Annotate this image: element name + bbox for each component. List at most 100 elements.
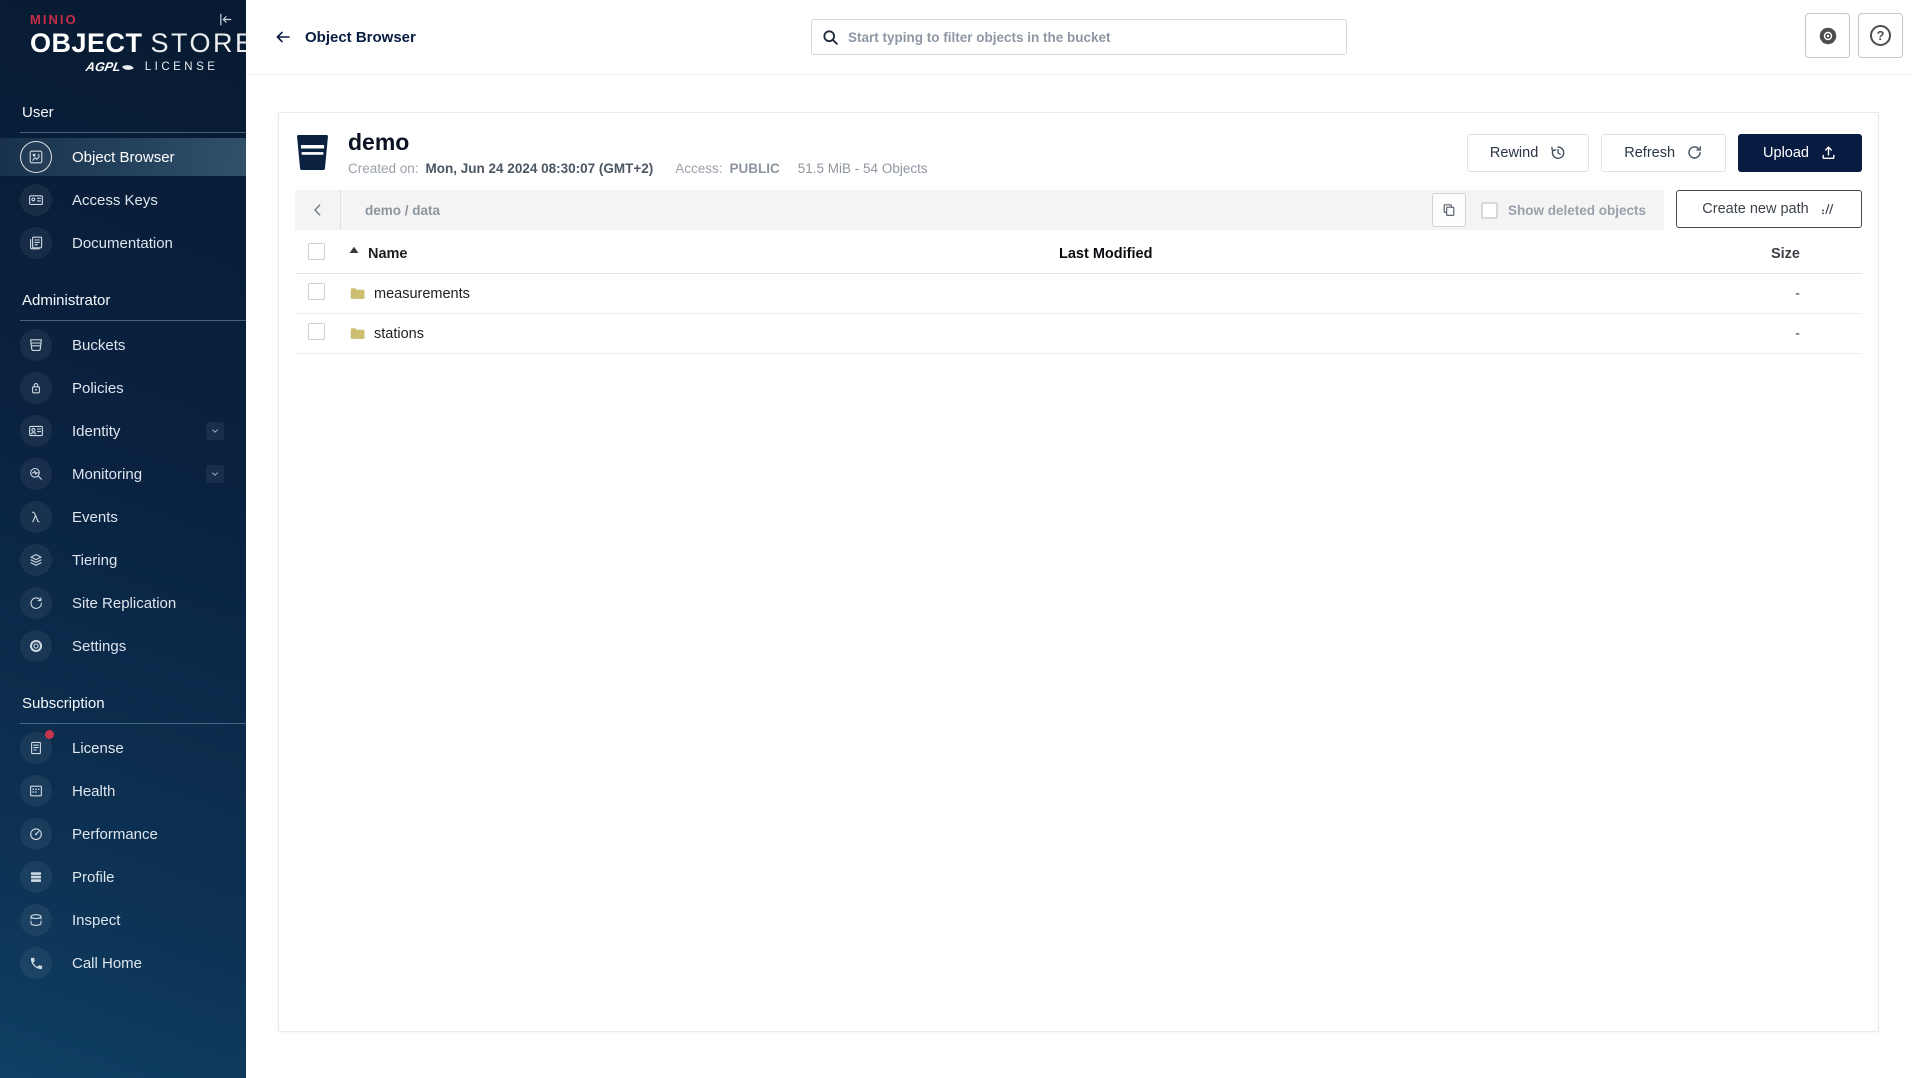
copy-icon — [1441, 202, 1457, 218]
sidebar-item-events[interactable]: Events — [0, 498, 246, 536]
sidebar-section-user: User — [0, 104, 246, 132]
site-replication-icon — [20, 587, 52, 619]
show-deleted-checkbox[interactable] — [1481, 202, 1498, 219]
rewind-button[interactable]: Rewind — [1467, 134, 1589, 172]
column-header-name[interactable]: Name — [368, 246, 408, 262]
refresh-button[interactable]: Refresh — [1601, 134, 1726, 172]
access-value: PUBLIC — [730, 161, 780, 176]
sidebar-item-call-home[interactable]: Call Home — [0, 944, 246, 982]
content-area: demo Created on: Mon, Jun 24 2024 08:30:… — [246, 75, 1912, 1032]
refresh-button-label: Refresh — [1624, 145, 1675, 161]
path-back-button[interactable] — [295, 190, 341, 230]
back-arrow-icon[interactable] — [274, 28, 292, 46]
create-new-path-button[interactable]: Create new path — [1676, 190, 1862, 228]
sidebar-item-label: Inspect — [72, 912, 120, 929]
search-icon — [822, 29, 839, 46]
sidebar-item-access-keys[interactable]: Access Keys — [0, 181, 246, 219]
folder-icon — [349, 285, 366, 302]
object-size: - — [1522, 286, 1862, 302]
path-row: demo / data Show deleted objects — [295, 190, 1862, 230]
rewind-button-label: Rewind — [1490, 145, 1538, 161]
sidebar-collapse-icon[interactable] — [214, 8, 236, 30]
buckets-icon — [20, 329, 52, 361]
table-row[interactable]: measurements - — [295, 274, 1862, 314]
copy-path-button[interactable] — [1432, 193, 1466, 227]
upload-button[interactable]: Upload — [1738, 134, 1862, 172]
sidebar-item-inspect[interactable]: Inspect — [0, 901, 246, 939]
sidebar-item-documentation[interactable]: Documentation — [0, 224, 246, 262]
call-home-phone-icon — [20, 947, 52, 979]
sidebar-item-label: Documentation — [72, 235, 173, 252]
sidebar: MINIO OBJECT STORE AGPL LICENSE User Obj… — [0, 0, 246, 1078]
performance-gauge-icon — [20, 818, 52, 850]
rewind-icon — [1549, 144, 1566, 161]
sidebar-item-tiering[interactable]: Tiering — [0, 541, 246, 579]
help-button[interactable]: ? — [1858, 13, 1903, 58]
inspect-icon — [20, 904, 52, 936]
object-browser-icon — [20, 141, 52, 173]
gear-icon — [1817, 25, 1839, 47]
upload-icon — [1820, 144, 1837, 161]
access-keys-icon — [20, 184, 52, 216]
created-label: Created on: — [348, 161, 419, 176]
page-title: Object Browser — [305, 29, 416, 46]
chevron-left-icon — [310, 202, 326, 218]
sidebar-item-site-replication[interactable]: Site Replication — [0, 584, 246, 622]
sidebar-item-profile[interactable]: Profile — [0, 858, 246, 896]
row-checkbox[interactable] — [308, 323, 325, 340]
settings-button[interactable] — [1805, 13, 1850, 58]
search-box — [811, 19, 1347, 55]
sidebar-item-license[interactable]: License — [0, 729, 246, 767]
leaf-icon — [122, 62, 134, 72]
bucket-summary: 51.5 MiB - 54 Objects — [798, 161, 928, 176]
row-checkbox[interactable] — [308, 283, 325, 300]
sort-asc-icon[interactable] — [349, 246, 359, 254]
divider — [20, 320, 246, 321]
settings-gear-icon — [20, 630, 52, 662]
object-name[interactable]: stations — [374, 326, 424, 342]
sidebar-section-administrator: Administrator — [0, 292, 246, 320]
sidebar-item-label: Performance — [72, 826, 158, 843]
object-size: - — [1522, 326, 1862, 342]
folder-icon — [349, 325, 366, 342]
sidebar-item-label: Access Keys — [72, 192, 158, 209]
sidebar-item-label: Settings — [72, 638, 126, 655]
objects-table: Name Last Modified Size measurements — [295, 234, 1862, 354]
sidebar-item-label: Site Replication — [72, 595, 176, 612]
logo-product-text: OBJECT STORE — [30, 28, 246, 59]
object-name[interactable]: measurements — [374, 286, 470, 302]
main-area: Object Browser ? — [246, 0, 1912, 1078]
show-deleted-label: Show deleted objects — [1508, 203, 1646, 218]
sidebar-item-policies[interactable]: Policies — [0, 369, 246, 407]
health-icon — [20, 775, 52, 807]
select-all-checkbox[interactable] — [308, 243, 325, 260]
sidebar-item-label: Profile — [72, 869, 115, 886]
chevron-down-icon[interactable] — [206, 465, 224, 483]
search-input[interactable] — [848, 30, 1336, 45]
create-new-path-label: Create new path — [1702, 201, 1808, 217]
table-row[interactable]: stations - — [295, 314, 1862, 354]
sidebar-item-label: Policies — [72, 380, 124, 397]
bucket-card: demo Created on: Mon, Jun 24 2024 08:30:… — [278, 112, 1879, 1032]
sidebar-item-object-browser[interactable]: Object Browser — [0, 138, 246, 176]
policies-icon — [20, 372, 52, 404]
chevron-down-icon[interactable] — [206, 422, 224, 440]
upload-button-label: Upload — [1763, 145, 1809, 161]
sidebar-item-settings[interactable]: Settings — [0, 627, 246, 665]
column-header-last-modified[interactable]: Last Modified — [1059, 246, 1522, 262]
sidebar-item-label: Identity — [72, 423, 120, 440]
show-deleted-toggle: Show deleted objects — [1481, 202, 1646, 219]
path-bar: demo / data Show deleted objects — [295, 190, 1664, 230]
sidebar-item-label: Buckets — [72, 337, 125, 354]
sidebar-item-health[interactable]: Health — [0, 772, 246, 810]
divider — [20, 723, 246, 724]
column-header-size[interactable]: Size — [1522, 246, 1862, 262]
page-header: Object Browser ? — [246, 0, 1912, 75]
breadcrumb: demo / data — [365, 203, 440, 218]
sidebar-item-buckets[interactable]: Buckets — [0, 326, 246, 364]
monitoring-icon — [20, 458, 52, 490]
sidebar-item-monitoring[interactable]: Monitoring — [0, 455, 246, 493]
sidebar-item-identity[interactable]: Identity — [0, 412, 246, 450]
sidebar-item-label: Health — [72, 783, 115, 800]
sidebar-item-performance[interactable]: Performance — [0, 815, 246, 853]
